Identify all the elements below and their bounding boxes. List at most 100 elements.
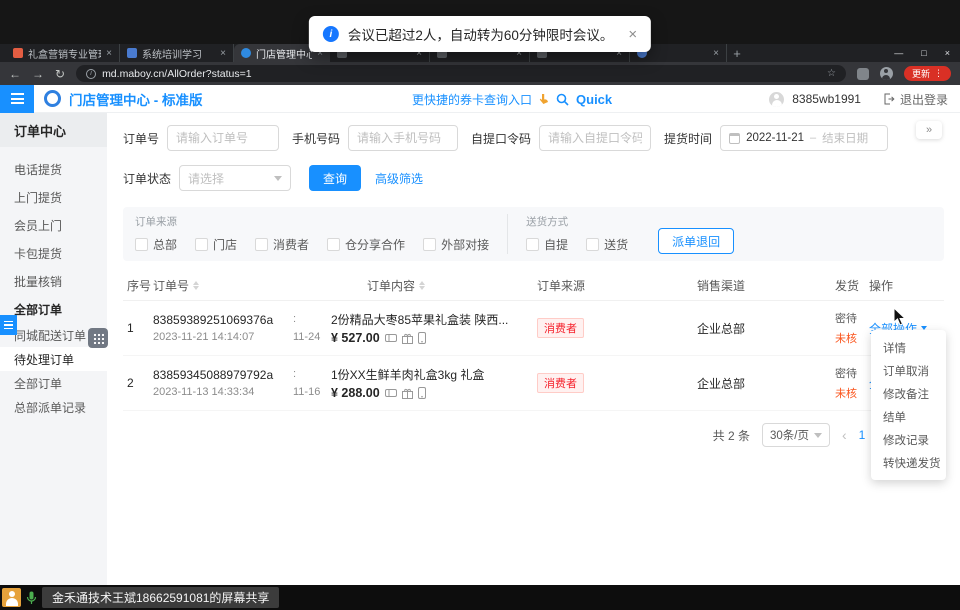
checkbox-self-pickup[interactable]: 自提 xyxy=(526,236,568,253)
cell-order-no: 83859345088979792a 2023-11-13 14:33:34 xyxy=(153,368,293,398)
sidebar-item-door-pickup[interactable]: 上门提货 xyxy=(0,183,107,211)
checkbox-box[interactable] xyxy=(423,238,436,251)
mouse-cursor xyxy=(893,307,906,331)
checkbox-warehouse-share[interactable]: 仓分享合作 xyxy=(327,236,405,253)
menu-item-details[interactable]: 详情 xyxy=(871,336,946,359)
order-number: 83859389251069376a xyxy=(153,313,293,327)
dispatch-return-button[interactable]: 派单退回 xyxy=(658,228,734,254)
sidebar-item-phone-pickup[interactable]: 电话提货 xyxy=(0,155,107,183)
browser-tab[interactable]: 系统培训学习 × xyxy=(120,44,234,62)
tab-close-icon[interactable]: × xyxy=(220,48,226,59)
address-bar[interactable]: i md.maboy.cn/AllOrder?status=1 ☆ xyxy=(76,65,846,82)
pickup-code-input[interactable] xyxy=(539,125,651,151)
logout-button[interactable]: 退出登录 xyxy=(883,91,948,108)
col-actions: 操作 xyxy=(861,277,944,294)
menu-item-edit-note[interactable]: 修改备注 xyxy=(871,382,946,405)
cell-sales-channel: 企业总部 xyxy=(689,375,835,392)
hamburger-menu-button[interactable] xyxy=(0,85,34,113)
table-row: 2 83859345088979792a 2023-11-13 14:33:34… xyxy=(123,356,944,411)
checkbox-consumer[interactable]: 消费者 xyxy=(255,236,309,253)
menu-item-close-order[interactable]: 结单 xyxy=(871,405,946,428)
checkbox-hq[interactable]: 总部 xyxy=(135,236,177,253)
tab-label: 系统培训学习 xyxy=(142,46,215,61)
current-page[interactable]: 1 xyxy=(859,428,866,442)
order-price: ¥ 288.00 xyxy=(331,386,380,400)
delivery-method-label: 送货方式 xyxy=(526,214,628,229)
advanced-filter-link[interactable]: 高级筛选 xyxy=(375,170,423,187)
sidebar-item-pending-orders[interactable]: 待处理订单 xyxy=(0,347,107,371)
quick-search-link[interactable]: 更快捷的券卡查询入口 xyxy=(412,91,532,108)
tab-close-icon[interactable]: × xyxy=(713,48,719,59)
site-info-icon[interactable]: i xyxy=(86,69,96,79)
phone-input[interactable] xyxy=(348,125,458,151)
checkbox-box[interactable] xyxy=(327,238,340,251)
sidebar-item-card-pickup[interactable]: 卡包提货 xyxy=(0,239,107,267)
username[interactable]: 8385wb1991 xyxy=(792,92,861,106)
pickup-time-label: 提货时间 xyxy=(664,130,712,147)
sort-icon[interactable] xyxy=(193,281,199,290)
col-order-no[interactable]: 订单号 xyxy=(153,277,293,294)
app-logo xyxy=(44,90,61,107)
pickup-code-label: 自提口令码 xyxy=(471,130,531,147)
page-size-select[interactable]: 30条/页 xyxy=(762,423,830,447)
sidebar-item-member-visit[interactable]: 会员上门 xyxy=(0,211,107,239)
back-icon[interactable]: ← xyxy=(9,68,21,80)
menu-item-cancel-order[interactable]: 订单取消 xyxy=(871,359,946,382)
bookmark-star-icon[interactable]: ☆ xyxy=(827,68,836,79)
profile-icon[interactable] xyxy=(880,67,893,80)
order-status-select[interactable]: 请选择 xyxy=(179,165,291,191)
checkbox-box[interactable] xyxy=(255,238,268,251)
order-status-label: 订单状态 xyxy=(123,170,171,187)
window-controls: — □ × xyxy=(894,44,950,62)
browser-update-button[interactable]: 更新 ⋮ xyxy=(904,66,951,81)
reload-icon[interactable]: ↻ xyxy=(55,68,65,80)
date-range-picker[interactable]: 2022-11-21 – 结束日期 xyxy=(720,125,888,151)
new-tab-button[interactable]: + xyxy=(727,44,747,62)
app-body: 订单中心 电话提货 上门提货 会员上门 卡包提货 批量核销 全部订单 同城配送订… xyxy=(0,113,960,585)
sort-icon[interactable] xyxy=(419,281,425,290)
screen-share-label: 金禾通技术王斌18662591081的屏幕共享 xyxy=(42,587,279,608)
checkbox-external[interactable]: 外部对接 xyxy=(423,236,489,253)
notification-close-icon[interactable]: × xyxy=(628,26,637,43)
col-order-content[interactable]: 订单内容 xyxy=(331,277,529,294)
floating-grid-widget[interactable] xyxy=(88,328,108,348)
extensions-icon[interactable] xyxy=(857,68,869,80)
menu-item-edit-history[interactable]: 修改记录 xyxy=(871,428,946,451)
col-order-source: 订单来源 xyxy=(529,277,689,294)
tab-close-icon[interactable]: × xyxy=(106,48,112,59)
browser-menu-icon[interactable]: ⋮ xyxy=(934,68,943,79)
minimize-icon[interactable]: — xyxy=(894,48,903,58)
cell-order-content: 2份精品大枣85苹果礼盒装 陕西... ¥ 527.00 xyxy=(331,311,529,345)
screen-share-bar: 金禾通技术王斌18662591081的屏幕共享 xyxy=(0,585,960,610)
col-ship-status: 发货 xyxy=(835,277,861,294)
logout-label: 退出登录 xyxy=(900,91,948,108)
forward-icon[interactable]: → xyxy=(32,68,44,80)
order-no-input[interactable] xyxy=(167,125,279,151)
checkbox-box[interactable] xyxy=(135,238,148,251)
microphone-icon[interactable] xyxy=(26,591,37,605)
info-icon: i xyxy=(323,26,339,42)
orders-table: 序号 订单号 订单内容 订单来源 销售渠道 发货 操作 xyxy=(123,271,944,411)
browser-tab[interactable]: 礼盒营销专业管理中心 × xyxy=(6,44,120,62)
cell-ship-status: 密待 未核 xyxy=(835,365,861,401)
menu-item-express-ship[interactable]: 转快递发货 xyxy=(871,451,946,474)
header-user-area: 8385wb1991 退出登录 xyxy=(769,85,948,113)
panel-collapse-button[interactable]: » xyxy=(916,121,942,139)
checkbox-box[interactable] xyxy=(195,238,208,251)
window-close-icon[interactable]: × xyxy=(945,48,950,58)
sidebar-item-hq-dispatch-records[interactable]: 总部派单记录 xyxy=(0,395,107,419)
tab-favicon xyxy=(13,48,23,58)
checkbox-box[interactable] xyxy=(526,238,539,251)
sidebar-item-all-orders[interactable]: 全部订单 xyxy=(0,371,107,395)
checkbox-delivery[interactable]: 送货 xyxy=(586,236,628,253)
web-page: 门店管理中心 - 标准版 更快捷的券卡查询入口 Quick 8385wb1991 xyxy=(0,85,960,585)
checkbox-store[interactable]: 门店 xyxy=(195,236,237,253)
floating-menu-handle[interactable] xyxy=(0,315,17,335)
checkbox-box[interactable] xyxy=(586,238,599,251)
search-button[interactable]: 查询 xyxy=(309,165,361,191)
sidebar-item-batch-verify[interactable]: 批量核销 xyxy=(0,267,107,295)
quick-search-entry: 更快捷的券卡查询入口 Quick xyxy=(412,85,612,113)
main-content: 订单号 手机号码 自提口令码 提货时间 xyxy=(107,113,960,585)
prev-page-button[interactable]: ‹ xyxy=(842,427,847,443)
maximize-icon[interactable]: □ xyxy=(921,48,926,58)
